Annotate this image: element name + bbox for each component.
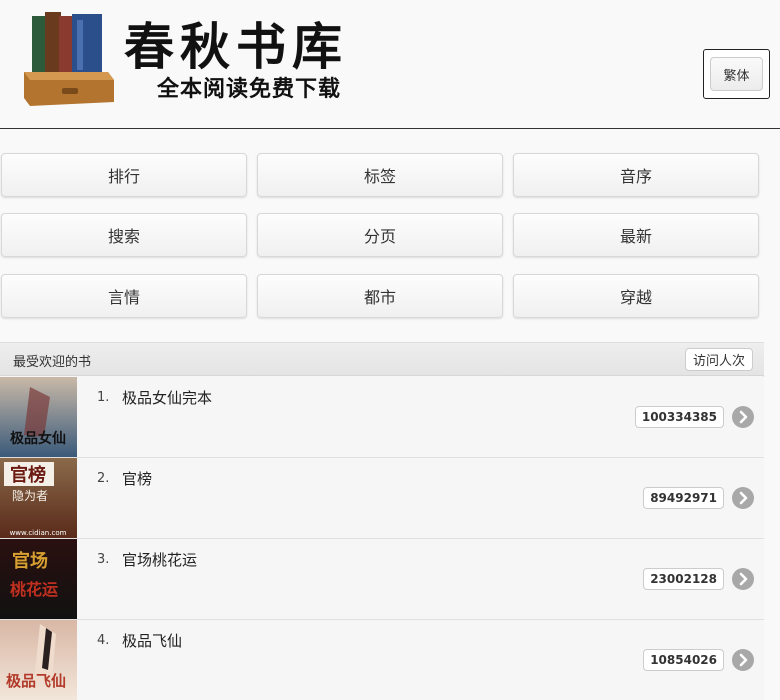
book-row[interactable]: 官场 桃花运 3. 官场桃花运 23002128: [0, 539, 764, 620]
svg-text:隐为者: 隐为者: [12, 489, 48, 503]
book-cover[interactable]: 极品女仙: [0, 377, 77, 457]
nav-button-1[interactable]: 标签: [257, 153, 503, 197]
book-title-link[interactable]: 极品飞仙: [122, 630, 182, 651]
svg-text:www.cidian.com: www.cidian.com: [10, 529, 67, 537]
book-rank: 2.: [97, 471, 110, 486]
traditional-toggle-frame: 繁体: [703, 49, 770, 99]
visit-count-badge: 23002128: [643, 568, 724, 590]
book-rank: 3.: [97, 552, 110, 567]
book-title-link[interactable]: 官榜: [122, 468, 152, 489]
nav-button-7[interactable]: 都市: [257, 274, 503, 318]
nav-button-2[interactable]: 音序: [513, 153, 759, 197]
site-title: 春秋书库: [124, 17, 348, 76]
book-title-link[interactable]: 官场桃花运: [122, 549, 197, 570]
book-title-link[interactable]: 极品女仙完本: [122, 387, 212, 408]
book-row[interactable]: 极品飞仙 4. 极品飞仙 10854026: [0, 620, 764, 700]
visit-count-badge: 89492971: [643, 487, 724, 509]
nav-button-5[interactable]: 最新: [513, 213, 759, 257]
svg-text:极品女仙: 极品女仙: [10, 430, 66, 447]
visit-count-badge: 10854026: [643, 649, 724, 671]
visits-header-badge: 访问人次: [685, 348, 753, 371]
nav-button-0[interactable]: 排行: [1, 153, 247, 197]
chevron-right-icon[interactable]: [732, 406, 754, 428]
nav-button-3[interactable]: 搜索: [1, 213, 247, 257]
svg-text:桃花运: 桃花运: [10, 580, 58, 599]
visit-count-badge: 100334385: [634, 406, 724, 428]
bookshelf-icon: [24, 12, 114, 106]
chevron-right-icon[interactable]: [732, 649, 754, 671]
svg-text:官场: 官场: [12, 550, 48, 572]
svg-text:官榜: 官榜: [10, 464, 46, 486]
book-row[interactable]: 官榜隐为者 www.cidian.com 2. 官榜 89492971: [0, 458, 764, 539]
popular-books-list: 最受欢迎的书 访问人次 极品女仙 1. 极品女仙完本 100334385 官榜隐为者 ww…: [0, 342, 764, 700]
list-title: 最受欢迎的书: [13, 355, 92, 370]
header: 春秋书库 全本阅读免费下载 繁体: [0, 0, 780, 129]
chevron-right-icon[interactable]: [732, 487, 754, 509]
book-rank: 4.: [97, 633, 110, 648]
site-subtitle: 全本阅读免费下载: [157, 77, 342, 102]
traditional-chinese-button[interactable]: 繁体: [710, 57, 763, 91]
nav-button-4[interactable]: 分页: [257, 213, 503, 257]
nav-button-8[interactable]: 穿越: [513, 274, 759, 318]
book-cover[interactable]: 官场 桃花运: [0, 539, 77, 619]
book-cover[interactable]: 极品飞仙: [0, 620, 77, 700]
book-cover[interactable]: 官榜隐为者 www.cidian.com: [0, 458, 77, 538]
chevron-right-icon[interactable]: [732, 568, 754, 590]
nav-button-6[interactable]: 言情: [1, 274, 247, 318]
list-header: 最受欢迎的书 访问人次: [0, 343, 764, 376]
svg-text:极品飞仙: 极品飞仙: [6, 672, 66, 690]
book-row[interactable]: 极品女仙 1. 极品女仙完本 100334385: [0, 377, 764, 458]
book-rank: 1.: [97, 390, 110, 405]
